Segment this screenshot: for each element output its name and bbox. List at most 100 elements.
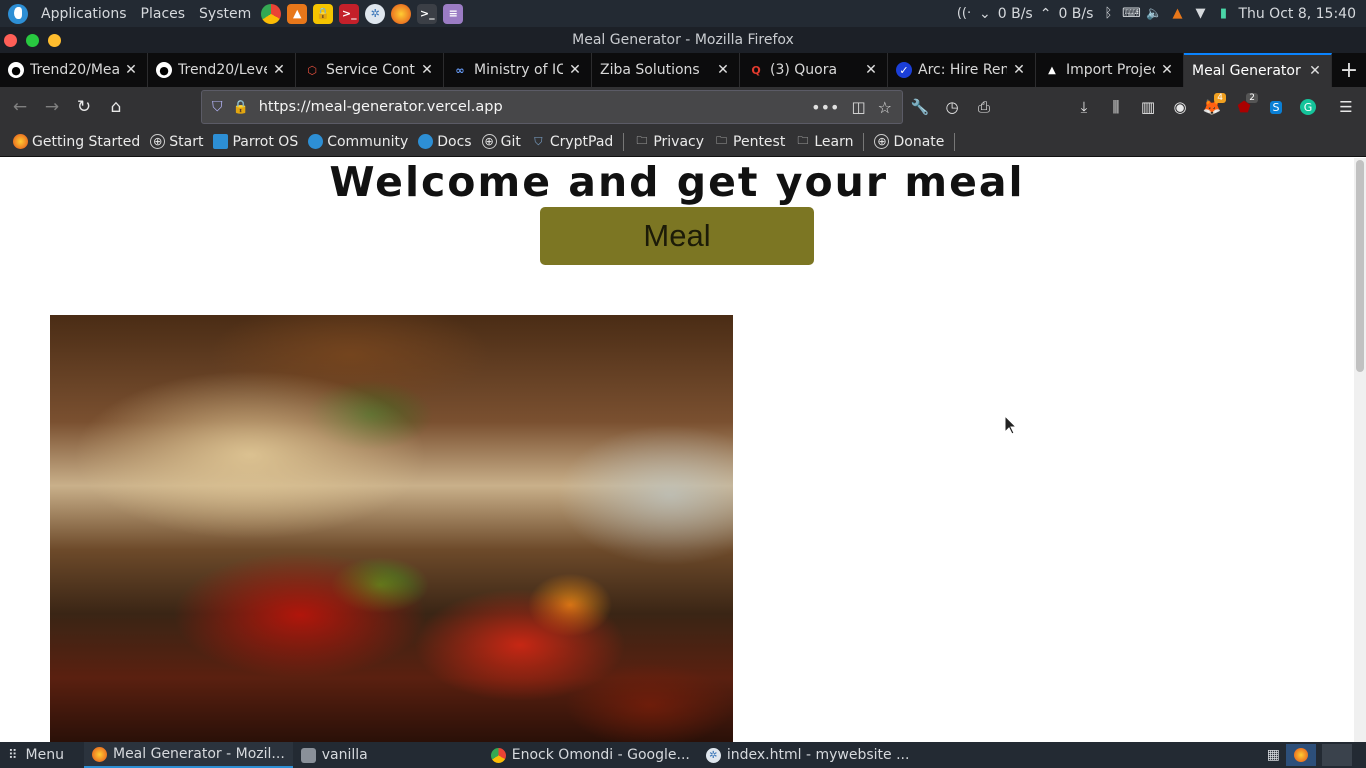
parrot-os-logo-icon[interactable] (8, 3, 28, 24)
pocket-icon[interactable]: ◫ (851, 98, 865, 116)
new-tab-button[interactable]: + (1332, 53, 1366, 87)
forward-button[interactable]: → (36, 91, 68, 123)
tab-github-level[interactable]: ● Trend20/Leve ✕ (148, 53, 296, 87)
scrollbar-thumb[interactable] (1356, 160, 1364, 372)
sidebar-icon[interactable]: ▥ (1132, 91, 1164, 123)
back-button[interactable]: ← (4, 91, 36, 123)
tab-import-project[interactable]: ▲ Import Projec ✕ (1036, 53, 1184, 87)
bookmark-folder-privacy[interactable]: 🗀 Privacy (629, 130, 709, 154)
cryptpad-icon: ⛉ (534, 134, 543, 148)
applications-menu[interactable]: Applications (34, 0, 134, 27)
page-actions-icon[interactable]: ••• (811, 98, 839, 117)
close-tab-icon[interactable]: ✕ (1159, 62, 1175, 78)
chrome-launcher-icon[interactable] (261, 3, 282, 24)
bookmark-folder-pentest[interactable]: 🗀 Pentest (709, 130, 790, 154)
grammarly-icon[interactable]: G (1292, 91, 1324, 123)
vlc-launcher-icon[interactable]: ▲ (287, 3, 308, 24)
bookmark-donate[interactable]: ⊕ Donate (869, 130, 949, 154)
window-minimize-button[interactable] (48, 34, 61, 47)
download-speed-icon: ⌄ (979, 5, 991, 22)
close-tab-icon[interactable]: ✕ (271, 62, 287, 78)
clock[interactable]: Thu Oct 8, 15:40 (1238, 6, 1356, 22)
taskbar-chrome-window[interactable]: Enock Omondi - Google... (483, 742, 698, 768)
bookmark-cryptpad[interactable]: ⛉ CryptPad (526, 130, 618, 154)
firefox-launcher-icon[interactable] (391, 3, 412, 24)
history-icon[interactable]: ◷ (936, 91, 968, 123)
keyboard-icon[interactable]: ⌨ (1122, 6, 1141, 22)
url-bar[interactable]: ⛉ 🔒 https://meal-generator.vercel.app ••… (201, 90, 903, 124)
wifi-icon[interactable]: ▼ (1192, 6, 1208, 22)
bookmark-git[interactable]: ⊕ Git (477, 130, 526, 154)
home-button[interactable]: ⌂ (100, 91, 132, 123)
bookmark-community[interactable]: Community (303, 130, 413, 154)
keyring-launcher-icon[interactable]: 🔒 (313, 3, 334, 24)
meal-button[interactable]: Meal (540, 207, 814, 265)
reload-button[interactable]: ↻ (68, 91, 100, 123)
close-tab-icon[interactable]: ✕ (567, 62, 583, 78)
wrench-icon[interactable]: 🔧 (904, 91, 936, 123)
tab-meal-generator[interactable]: Meal Generator ✕ (1184, 53, 1332, 87)
system-menu[interactable]: System (192, 0, 258, 27)
workspace-firefox-icon[interactable] (1286, 744, 1316, 766)
close-tab-icon[interactable]: ✕ (419, 62, 435, 78)
settings-launcher-icon[interactable]: ✲ (365, 3, 386, 24)
battery-icon[interactable]: ▮ (1215, 6, 1231, 22)
close-tab-icon[interactable]: ✕ (715, 62, 731, 78)
bookmark-label: Community (327, 133, 409, 150)
skype-icon[interactable]: S (1260, 91, 1292, 123)
network-activity-icon[interactable]: ((· (956, 6, 972, 22)
ublock-icon[interactable]: ⬟ 2 (1228, 91, 1260, 123)
page-scrollbar[interactable] (1354, 158, 1366, 742)
taskbar-vscode-window[interactable]: ✲ index.html - mywebsite ... (698, 742, 918, 768)
close-tab-icon[interactable]: ✕ (1307, 63, 1323, 79)
places-menu[interactable]: Places (134, 0, 193, 27)
window-close-button[interactable] (4, 34, 17, 47)
tab-arc[interactable]: ✓ Arc: Hire Ren ✕ (888, 53, 1036, 87)
tab-github-meal[interactable]: ● Trend20/Mea ✕ (0, 53, 148, 87)
bluetooth-icon[interactable]: ᛒ (1100, 6, 1116, 22)
tab-ministry-ict[interactable]: ∞ Ministry of IC ✕ (444, 53, 592, 87)
quora-icon: Q (751, 63, 761, 77)
bookmark-folder-learn[interactable]: 🗀 Learn (790, 130, 858, 154)
foxyproxy-icon[interactable]: 🦊 4 (1196, 91, 1228, 123)
tab-quora[interactable]: Q (3) Quora ✕ (740, 53, 888, 87)
page-heading: Welcome and get your meal (329, 158, 1025, 206)
system-top-panel: Applications Places System ▲ 🔒 >_ ✲ >_ ≡… (0, 0, 1366, 27)
bookmark-parrot-os[interactable]: Parrot OS (208, 130, 303, 154)
terminal-red-launcher-icon[interactable]: >_ (339, 3, 360, 24)
bookmark-getting-started[interactable]: Getting Started (8, 130, 145, 154)
tracking-protection-shield-icon[interactable]: ⛉ (212, 99, 223, 115)
bookmark-docs[interactable]: Docs (413, 130, 476, 154)
url-text[interactable]: https://meal-generator.vercel.app (259, 99, 503, 115)
taskbar-firefox-window[interactable]: Meal Generator - Mozil... (83, 742, 293, 768)
volume-icon[interactable]: 🔈 (1146, 6, 1162, 22)
tab-service-container[interactable]: ⬡ Service Conta ✕ (296, 53, 444, 87)
close-tab-icon[interactable]: ✕ (863, 62, 879, 78)
downloads-icon[interactable]: ⤓ (1068, 91, 1100, 123)
bookmark-star-icon[interactable]: ☆ (878, 98, 892, 117)
lock-icon[interactable]: 🔒 (233, 100, 249, 115)
workspace-switcher-icon[interactable]: ▦ (1267, 747, 1280, 763)
close-tab-icon[interactable]: ✕ (1011, 62, 1027, 78)
vlc-tray-icon[interactable]: ▲ (1169, 6, 1185, 22)
bookmark-start[interactable]: ⊕ Start (145, 130, 208, 154)
hamburger-menu-icon[interactable]: ☰ (1330, 91, 1362, 123)
ublock-badge: 2 (1246, 93, 1258, 103)
library-icon[interactable]: ⫼ (1100, 91, 1132, 123)
toolbar-right: ⤓ ⫼ ▥ ◉ 🦊 4 ⬟ 2 S G ☰ (1068, 87, 1366, 127)
terminal-launcher-icon[interactable]: >_ (417, 3, 438, 24)
bookmark-label: Learn (814, 133, 854, 150)
text-editor-launcher-icon[interactable]: ≡ (443, 3, 464, 24)
workspace-2-icon[interactable] (1322, 744, 1352, 766)
tab-ziba-solutions[interactable]: Ziba Solutions ✕ (592, 53, 740, 87)
window-titlebar: Meal Generator - Mozilla Firefox (0, 27, 1366, 53)
taskbar-vanilla-folder[interactable]: vanilla (293, 742, 483, 768)
close-tab-icon[interactable]: ✕ (123, 62, 139, 78)
account-icon[interactable]: ◉ (1164, 91, 1196, 123)
taskbar-menu-button[interactable]: ⠿ Menu (0, 742, 72, 768)
bookmark-separator (863, 132, 865, 151)
print-icon[interactable]: ⎙ (968, 91, 1000, 123)
folder-icon: 🗀 (636, 134, 648, 147)
window-maximize-button[interactable] (26, 34, 39, 47)
folder-icon: 🗀 (716, 134, 728, 147)
